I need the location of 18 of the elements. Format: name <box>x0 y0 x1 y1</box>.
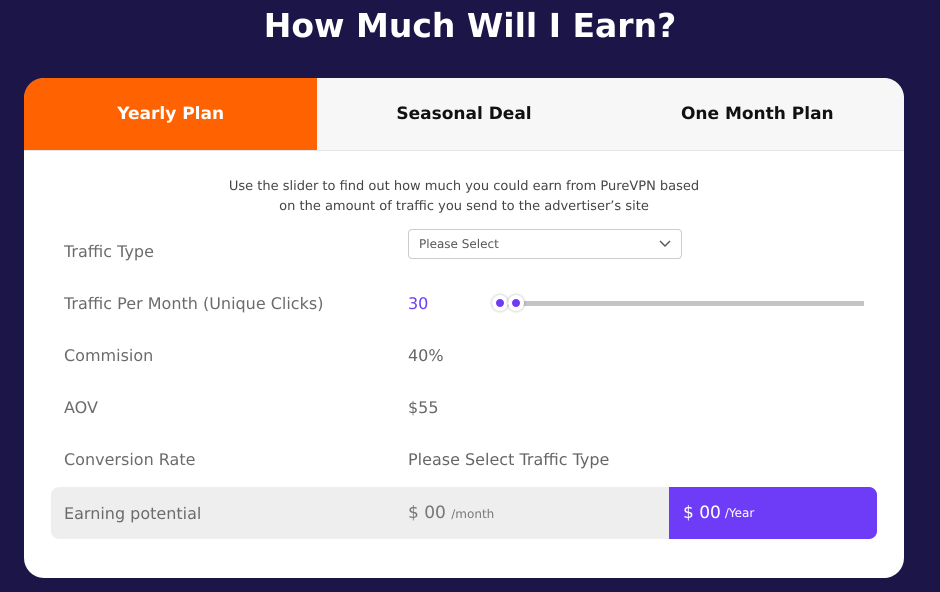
plan-tab[interactable]: One Month Plan <box>610 78 904 150</box>
intro-text: Use the slider to find out how much you could earn from PureVPN based on the amount of traffic you send to the advertiser’s site <box>228 178 700 216</box>
slider-value: 30 <box>408 294 430 312</box>
chevron-down-icon <box>659 240 671 248</box>
field-value: $55 <box>408 398 439 416</box>
page-title: How Much Will I Earn? <box>264 6 676 47</box>
yearly-earning: $ 00 /Year <box>669 487 877 539</box>
field-label: AOV <box>64 398 99 416</box>
field-label: Traffic Per Month (Unique Clicks) <box>64 294 324 312</box>
earning-label: Earning potential <box>64 504 202 522</box>
field-label: Traffic Type <box>64 242 155 260</box>
monthly-earning: $ 00 /month <box>408 503 496 523</box>
field-value: 40% <box>408 346 444 364</box>
field-label: Conversion Rate <box>64 450 196 468</box>
field-value: Please Select Traffic Type <box>408 450 610 468</box>
plan-tab[interactable]: Seasonal Deal <box>317 78 611 150</box>
field-label: Commision <box>64 346 154 364</box>
traffic-type-dropdown[interactable]: Please Select <box>408 229 682 259</box>
